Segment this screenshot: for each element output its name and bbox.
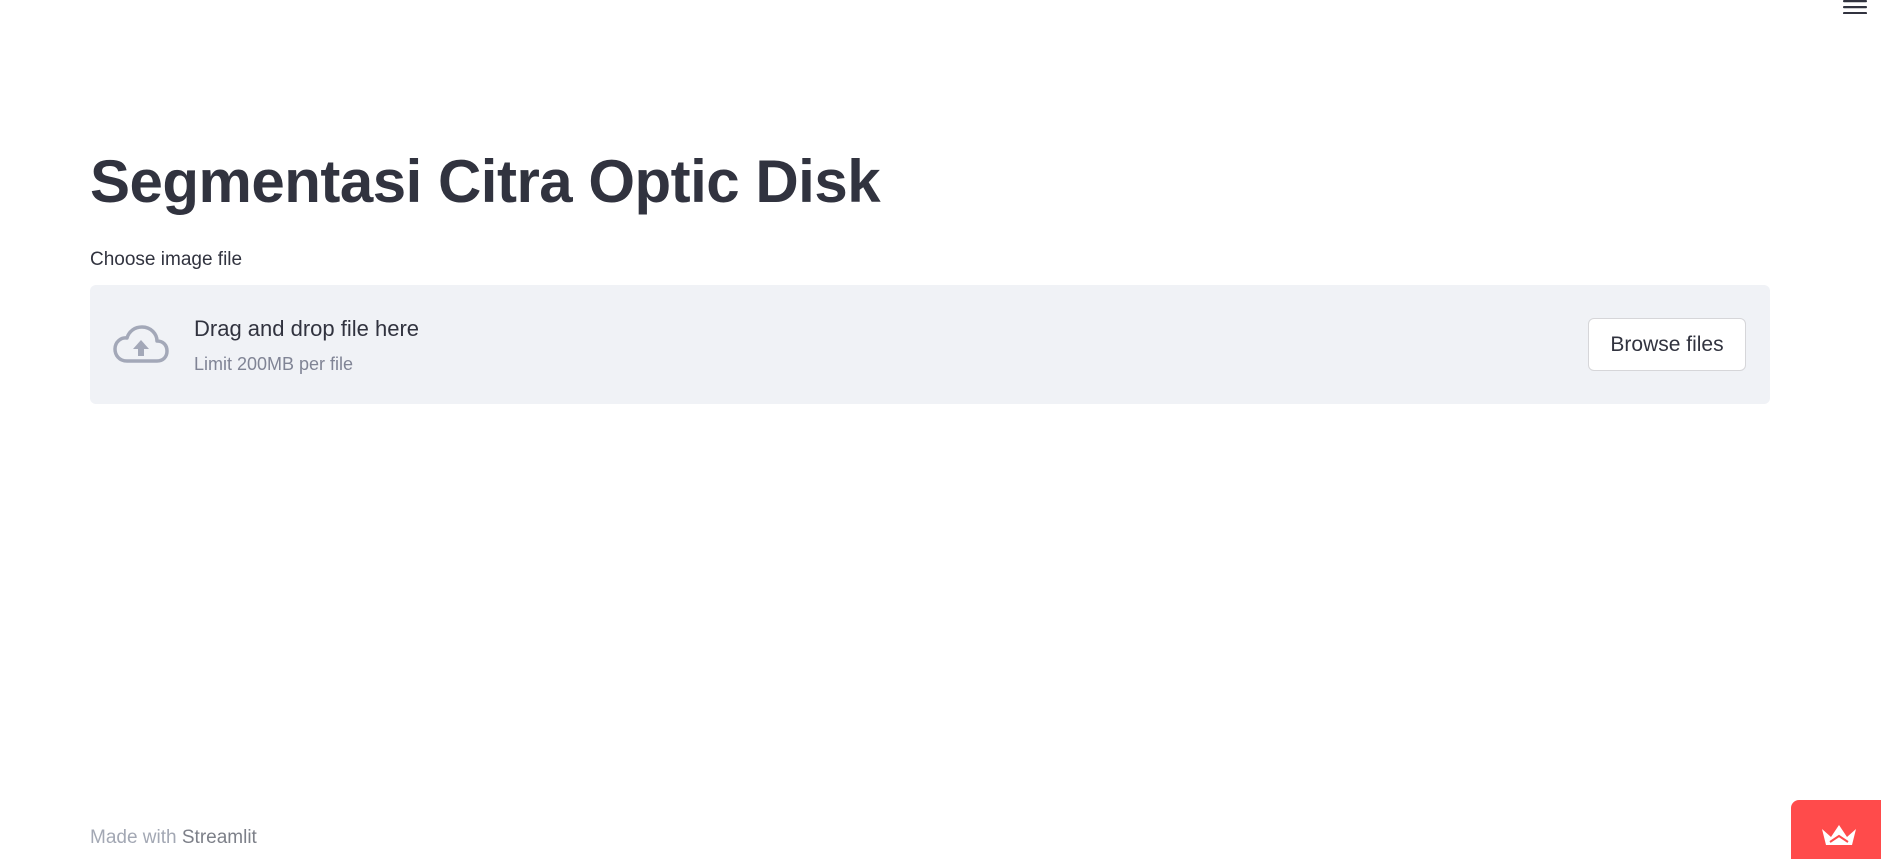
page-title: Segmentasi Citra Optic Disk [90, 148, 881, 215]
cloud-upload-icon [113, 325, 169, 365]
file-dropzone[interactable]: Drag and drop file here Limit 200MB per … [90, 285, 1770, 404]
hamburger-menu-icon [1842, 0, 1868, 14]
browse-files-button[interactable]: Browse files [1588, 318, 1746, 371]
streamlit-link[interactable]: Streamlit [182, 827, 257, 848]
footer: Made with Streamlit [90, 826, 257, 850]
dropzone-limit: Limit 200MB per file [194, 354, 354, 374]
main-menu-button[interactable] [1837, 0, 1873, 18]
streamlit-badge[interactable] [1791, 800, 1881, 859]
file-uploader-label: Choose image file [90, 249, 243, 270]
footer-prefix: Made with [90, 827, 182, 848]
main-content: Segmentasi Citra Optic Disk Choose image… [90, 140, 1770, 404]
dropzone-instructions: Drag and drop file here Limit 200MB per … [194, 315, 419, 375]
streamlit-app: Segmentasi Citra Optic Disk Choose image… [0, 0, 1881, 859]
dropzone-title: Drag and drop file here [194, 316, 420, 341]
